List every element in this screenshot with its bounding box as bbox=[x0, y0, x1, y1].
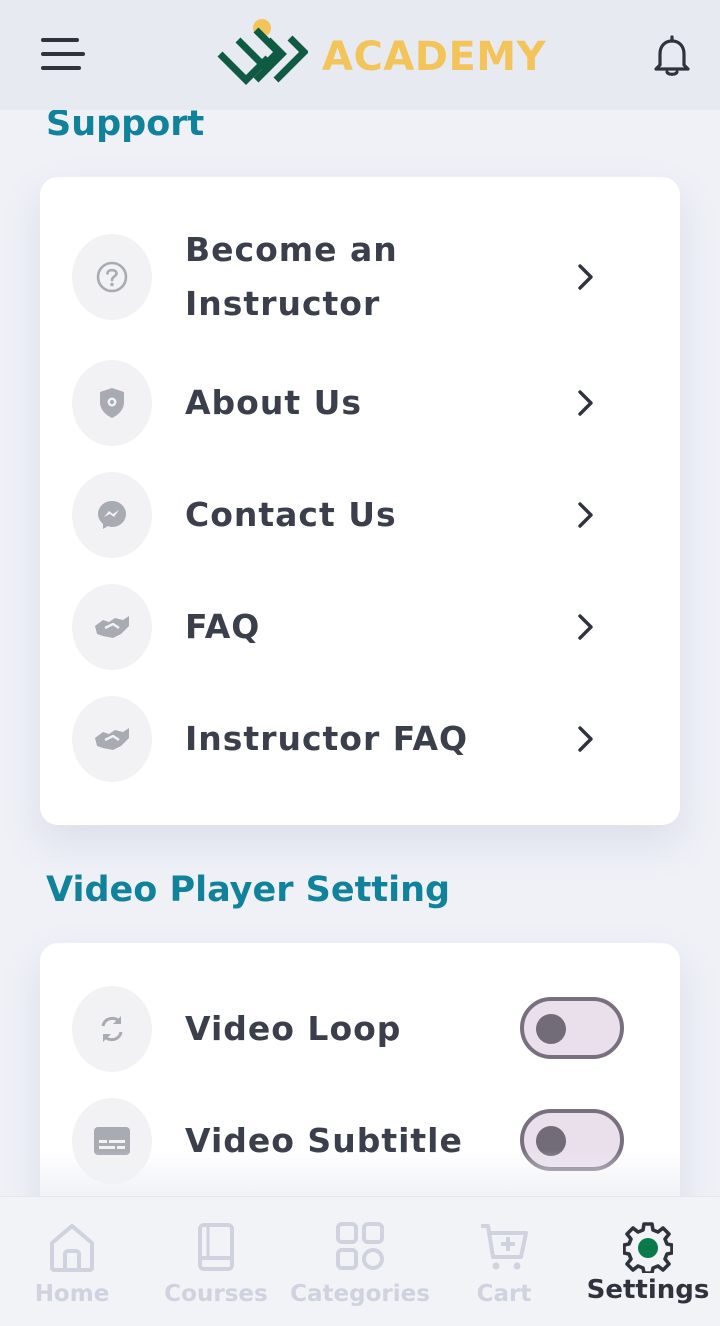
support-item-faq[interactable]: FAQ bbox=[40, 584, 680, 670]
support-item-label: Become an Instructor bbox=[185, 230, 398, 323]
nav-courses[interactable]: Courses bbox=[144, 1197, 288, 1326]
support-item-label: Contact Us bbox=[185, 495, 397, 534]
loop-icon bbox=[72, 986, 152, 1072]
nav-categories[interactable]: Categories bbox=[288, 1197, 432, 1326]
scroll-fade bbox=[40, 1150, 680, 1196]
video-settings-section-title: Video Player Setting bbox=[46, 870, 451, 910]
nav-home[interactable]: Home bbox=[0, 1197, 144, 1326]
chevron-right-icon bbox=[578, 614, 593, 640]
cart-icon bbox=[481, 1224, 528, 1270]
video-setting-label: Video Loop bbox=[185, 1009, 402, 1048]
video-loop-toggle[interactable] bbox=[520, 997, 624, 1059]
support-item-label: FAQ bbox=[185, 607, 261, 646]
app-header: ACADEMY bbox=[0, 0, 720, 110]
support-item-instructor-faq[interactable]: Instructor FAQ bbox=[40, 696, 680, 782]
gear-icon bbox=[623, 1222, 673, 1273]
nav-label: Cart bbox=[476, 1281, 532, 1307]
messenger-icon bbox=[72, 472, 152, 558]
chevron-right-icon bbox=[578, 264, 593, 290]
support-item-contact-us[interactable]: Contact Us bbox=[40, 472, 680, 558]
categories-grid-icon bbox=[336, 1222, 384, 1270]
chevron-right-icon bbox=[578, 726, 593, 752]
home-icon bbox=[50, 1224, 94, 1272]
nav-cart[interactable]: Cart bbox=[432, 1197, 576, 1326]
support-item-about-us[interactable]: About Us bbox=[40, 360, 680, 446]
bottom-navigation: Home Courses Categories Cart Settings bbox=[0, 1196, 720, 1326]
chevron-right-icon bbox=[578, 390, 593, 416]
brand-name: ACADEMY bbox=[322, 34, 547, 80]
toggle-knob bbox=[536, 1014, 566, 1044]
video-setting-loop: Video Loop bbox=[40, 986, 680, 1072]
handshake-icon bbox=[72, 696, 152, 782]
academy-logo bbox=[217, 19, 308, 85]
bell-icon[interactable] bbox=[650, 34, 694, 78]
nav-settings[interactable]: Settings bbox=[576, 1197, 720, 1326]
nav-label: Courses bbox=[164, 1281, 268, 1307]
book-icon bbox=[198, 1223, 234, 1271]
nav-label: Settings bbox=[586, 1275, 710, 1305]
shield-gear-icon bbox=[72, 360, 152, 446]
nav-label: Home bbox=[34, 1281, 110, 1307]
support-card: Become an Instructor About Us Contact Us bbox=[40, 177, 680, 825]
support-item-label: Instructor FAQ bbox=[185, 719, 469, 758]
handshake-icon bbox=[72, 584, 152, 670]
support-section-title: Support bbox=[46, 104, 205, 144]
support-item-become-instructor[interactable]: Become an Instructor bbox=[40, 217, 680, 337]
chevron-right-icon bbox=[578, 502, 593, 528]
support-item-label: About Us bbox=[185, 383, 363, 422]
hamburger-menu-icon[interactable] bbox=[38, 36, 86, 76]
nav-label: Categories bbox=[290, 1281, 430, 1307]
question-circle-icon bbox=[72, 234, 152, 320]
